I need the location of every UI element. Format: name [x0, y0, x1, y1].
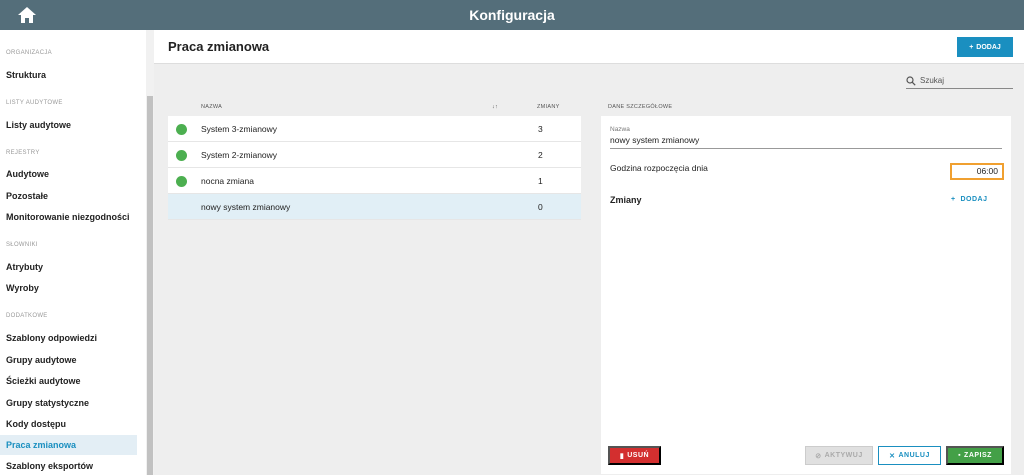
section-rejestry: REJESTRY	[6, 150, 40, 156]
item-name: nocna zmiana	[201, 176, 254, 186]
sidebar-item-monitorowanie[interactable]: Monitorowanie niezgodności	[6, 212, 130, 222]
add-shift-label: DODAJ	[960, 196, 988, 203]
activate-label: AKTYWUJ	[824, 452, 863, 459]
detail-header: DANE SZCZEGÓŁOWE	[608, 104, 673, 110]
sidebar-item-atrybuty[interactable]: Atrybuty	[6, 262, 43, 272]
scrollbar-thumb[interactable]	[147, 96, 153, 475]
sidebar-item-struktura[interactable]: Struktura	[6, 70, 46, 80]
detail-panel: Nazwa nowy system zmianowy Godzina rozpo…	[601, 116, 1011, 474]
item-name: System 3-zmianowy	[201, 124, 278, 134]
shifts-label: Zmiany	[610, 195, 642, 205]
item-count: 3	[538, 124, 543, 134]
sidebar-item-grupy-audytowe[interactable]: Grupy audytowe	[6, 355, 77, 365]
search-placeholder: Szukaj	[920, 76, 945, 85]
app-title: Konfiguracja	[469, 7, 555, 23]
item-count: 1	[538, 176, 543, 186]
col-header-name[interactable]: NAZWA	[201, 104, 222, 110]
delete-button[interactable]: ▮ USUŃ	[608, 446, 661, 465]
page-header: Praca zmianowa + DODAJ	[154, 30, 1024, 64]
sidebar-item-szablony-odpowiedzi[interactable]: Szablony odpowiedzi	[6, 333, 97, 343]
name-field-label: Nazwa	[610, 126, 630, 133]
section-organizacja: ORGANIZACJA	[6, 50, 52, 56]
sidebar-item-wyroby[interactable]: Wyroby	[6, 283, 39, 293]
page-title: Praca zmianowa	[168, 39, 270, 54]
item-name: System 2-zmianowy	[201, 150, 278, 160]
add-shift-button[interactable]: + DODAJ	[951, 196, 988, 203]
sidebar-item-praca-zmianowa[interactable]: Praca zmianowa	[0, 435, 137, 455]
sidebar-item-listy-audytowe[interactable]: Listy audytowe	[6, 120, 71, 130]
sidebar-scrollbar[interactable]	[146, 30, 154, 475]
item-count: 2	[538, 150, 543, 160]
plus-icon: +	[969, 43, 974, 51]
list-item[interactable]: nocna zmiana 1	[168, 168, 581, 194]
name-field[interactable]: nowy system zmianowy	[610, 135, 1002, 149]
list-item[interactable]: nowy system zmianowy 0	[168, 194, 581, 220]
check-circle-icon	[176, 150, 187, 161]
sidebar-item-pozostale[interactable]: Pozostałe	[6, 191, 48, 201]
sidebar-item-kody-dostepu[interactable]: Kody dostępu	[6, 419, 66, 429]
start-time-label: Godzina rozpoczęcia dnia	[610, 163, 708, 173]
save-label: ZAPISZ	[964, 452, 992, 459]
sidebar-item-sciezki-audytowe[interactable]: Ścieżki audytowe	[6, 376, 81, 386]
activate-button[interactable]: ⊘ AKTYWUJ	[805, 446, 873, 465]
list-item[interactable]: System 3-zmianowy 3	[168, 116, 581, 142]
home-icon[interactable]	[17, 5, 37, 25]
sidebar-item-grupy-statystyczne[interactable]: Grupy statystyczne	[6, 398, 89, 408]
add-button[interactable]: + DODAJ	[957, 37, 1013, 57]
list-item[interactable]: System 2-zmianowy 2	[168, 142, 581, 168]
start-time-field[interactable]: 06:00	[950, 163, 1004, 180]
sort-icon[interactable]: ↓↑	[492, 104, 498, 110]
sidebar-item-szablony-eksportow[interactable]: Szablony eksportów	[6, 461, 93, 471]
cancel-button[interactable]: ✕ ANULUJ	[878, 446, 941, 465]
sidebar-item-audytowe[interactable]: Audytowe	[6, 169, 49, 179]
main-content: Praca zmianowa + DODAJ Szukaj NAZWA ↓↑ Z…	[154, 30, 1024, 475]
save-button[interactable]: ▪ ZAPISZ	[946, 446, 1004, 465]
item-count: 0	[538, 202, 543, 212]
add-button-label: DODAJ	[976, 43, 1001, 51]
cancel-label: ANULUJ	[898, 452, 930, 459]
check-circle-icon	[176, 124, 187, 135]
item-name: nowy system zmianowy	[201, 202, 291, 212]
top-bar: Konfiguracja	[0, 0, 1024, 30]
section-listy-audytowe: LISTY AUDYTOWE	[6, 100, 63, 106]
close-icon: ✕	[889, 452, 896, 460]
search-input[interactable]: Szukaj	[906, 73, 1013, 89]
sidebar: ORGANIZACJA Struktura LISTY AUDYTOWE Lis…	[0, 30, 146, 475]
search-icon	[906, 75, 916, 86]
col-header-count: ZMIANY	[537, 104, 560, 110]
trash-icon: ▮	[619, 452, 625, 460]
section-dodatkowe: DODATKOWE	[6, 313, 48, 319]
shift-system-list: System 3-zmianowy 3 System 2-zmianowy 2 …	[168, 116, 581, 220]
check-circle-icon	[176, 176, 187, 187]
section-slowniki: SŁOWNIKI	[6, 242, 38, 248]
save-icon: ▪	[958, 452, 962, 459]
delete-label: USUŃ	[627, 452, 650, 459]
check-circle-outline-icon: ⊘	[815, 452, 822, 460]
